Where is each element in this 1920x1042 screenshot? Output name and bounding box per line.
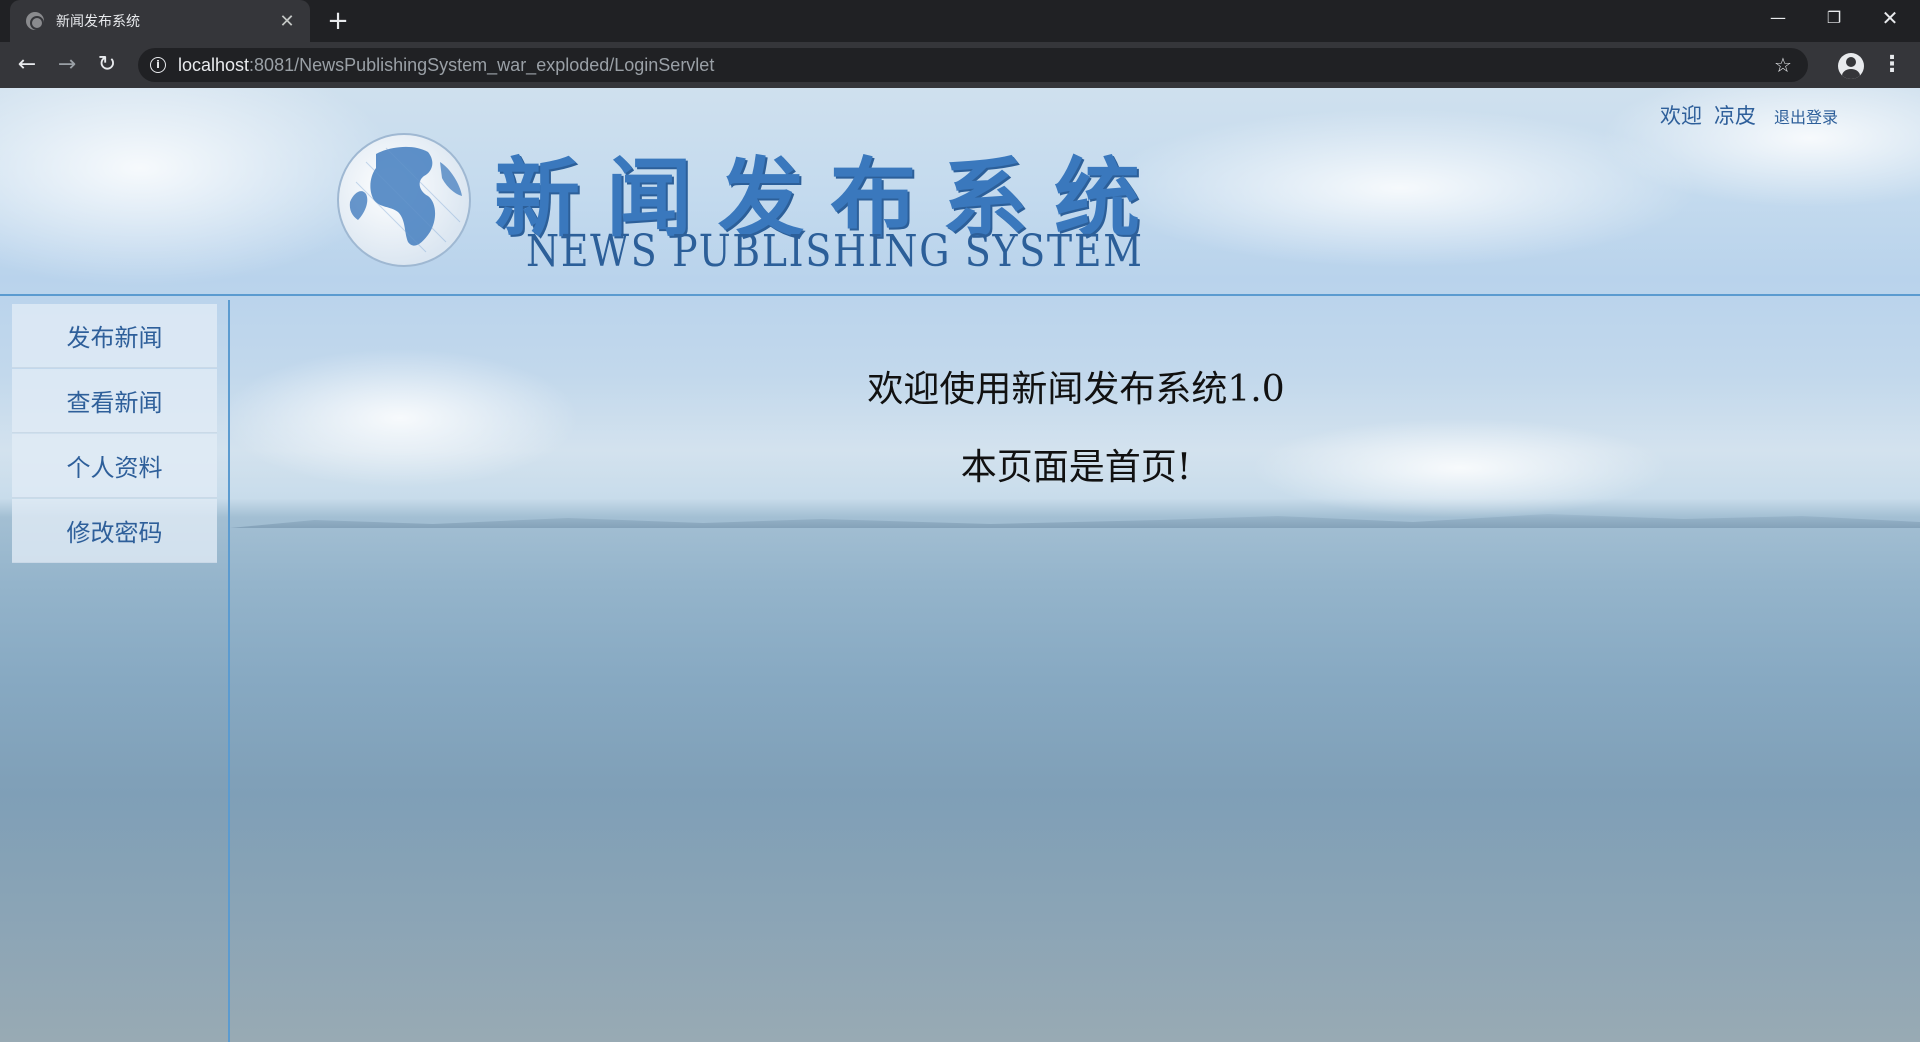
new-tab-button[interactable]: + bbox=[324, 6, 352, 36]
url-text[interactable]: localhost:8081/NewsPublishingSystem_war_… bbox=[178, 55, 1768, 76]
logout-link[interactable]: 退出登录 bbox=[1774, 104, 1838, 128]
username: 凉皮 bbox=[1714, 104, 1756, 128]
url-path: :8081/NewsPublishingSystem_war_exploded/… bbox=[249, 54, 715, 75]
sidebar-menu: 发布新闻 查看新闻 个人资料 修改密码 bbox=[12, 304, 217, 564]
site-header: 新闻发布系统 NEWS PUBLISHING SYSTEM 欢迎 凉皮 退出登录 bbox=[0, 88, 1920, 296]
page-background: 新闻发布系统 NEWS PUBLISHING SYSTEM 欢迎 凉皮 退出登录… bbox=[0, 88, 1920, 1042]
logo-english-title: NEWS PUBLISHING SYSTEM bbox=[526, 226, 1144, 277]
site-info-icon[interactable]: i bbox=[150, 57, 166, 73]
window-restore-button[interactable]: ❐ bbox=[1806, 0, 1862, 36]
bookmark-star-icon[interactable]: ☆ bbox=[1768, 53, 1798, 77]
distant-hills bbox=[230, 514, 1920, 528]
profile-avatar-icon[interactable] bbox=[1838, 53, 1864, 79]
logo-chinese-title: 新闻发布系统 bbox=[494, 149, 1166, 249]
back-arrow-icon[interactable]: ← bbox=[12, 50, 42, 80]
browser-tab-bar: 新闻发布系统 ✕ + — ❐ ✕ bbox=[0, 0, 1920, 42]
tab-close-icon[interactable]: ✕ bbox=[276, 11, 298, 32]
sidebar-item-publish-news[interactable]: 发布新闻 bbox=[12, 304, 217, 368]
sidebar-item-change-password[interactable]: 修改密码 bbox=[12, 499, 217, 563]
address-bar[interactable]: i localhost:8081/NewsPublishingSystem_wa… bbox=[138, 48, 1808, 82]
globe-logo-icon bbox=[337, 133, 471, 267]
window-close-button[interactable]: ✕ bbox=[1862, 0, 1918, 36]
sidebar-item-view-news[interactable]: 查看新闻 bbox=[12, 369, 217, 433]
user-bar: 欢迎 凉皮 退出登录 bbox=[1660, 100, 1838, 130]
forward-arrow-icon[interactable]: → bbox=[52, 50, 82, 80]
window-minimize-button[interactable]: — bbox=[1750, 0, 1806, 36]
browser-toolbar: ← → ↻ i localhost:8081/NewsPublishingSys… bbox=[0, 42, 1920, 88]
welcome-label: 欢迎 bbox=[1660, 104, 1702, 128]
main-home-text: 本页面是首页! bbox=[960, 447, 1192, 488]
reload-icon[interactable]: ↻ bbox=[92, 50, 122, 80]
sidebar-item-profile[interactable]: 个人资料 bbox=[12, 434, 217, 498]
url-host: localhost bbox=[178, 54, 250, 75]
sidebar: 发布新闻 查看新闻 个人资料 修改密码 bbox=[0, 300, 230, 1042]
globe-favicon-icon bbox=[26, 12, 44, 30]
browser-menu-icon[interactable]: ⋮ bbox=[1880, 50, 1904, 80]
browser-tab[interactable]: 新闻发布系统 ✕ bbox=[10, 0, 310, 42]
tab-title: 新闻发布系统 bbox=[56, 14, 140, 30]
main-welcome-heading: 欢迎使用新闻发布系统1.0 bbox=[867, 369, 1285, 410]
